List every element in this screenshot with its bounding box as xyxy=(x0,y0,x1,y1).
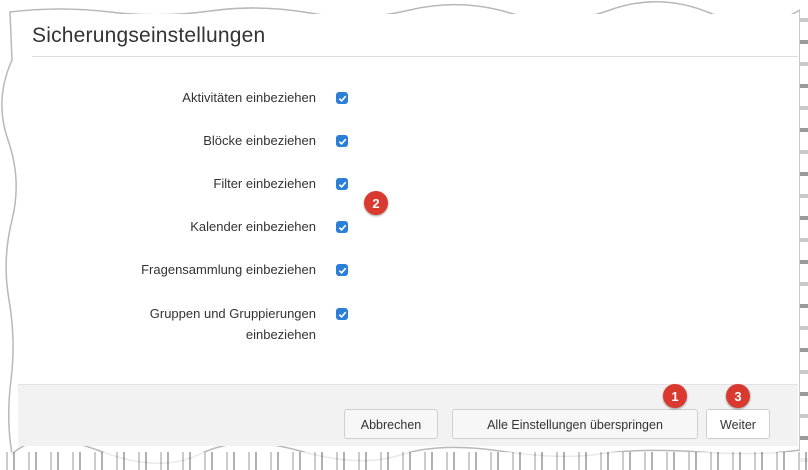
page-title: Sicherungseinstellungen xyxy=(32,24,266,47)
setting-label: Filter einbeziehen xyxy=(213,176,316,191)
check-icon xyxy=(338,181,346,188)
check-icon xyxy=(338,224,346,231)
checkbox-question-bank[interactable] xyxy=(336,264,348,276)
setting-row-calendar: Kalender einbeziehen xyxy=(18,217,798,243)
setting-row-groups: Gruppen und Gruppierungen einbeziehen xyxy=(18,304,798,350)
setting-label: Kalender einbeziehen xyxy=(190,219,316,234)
skip-all-settings-button[interactable]: Alle Einstellungen überspringen xyxy=(452,409,698,439)
setting-row-blocks: Blöcke einbeziehen xyxy=(18,131,798,157)
setting-label: Blöcke einbeziehen xyxy=(203,133,316,148)
cropped-background-edge xyxy=(800,0,808,470)
annotation-badge-1: 1 xyxy=(663,384,687,408)
divider xyxy=(32,56,798,57)
cropped-background-edge xyxy=(0,452,808,470)
check-icon xyxy=(338,311,346,318)
setting-label-line2: einbeziehen xyxy=(245,327,316,342)
checkbox-filters[interactable] xyxy=(336,178,348,190)
check-icon xyxy=(338,138,346,145)
setting-row-question-bank: Fragensammlung einbeziehen xyxy=(18,260,798,286)
check-icon xyxy=(338,95,346,102)
next-button[interactable]: Weiter xyxy=(706,409,770,439)
cancel-button[interactable]: Abbrechen xyxy=(344,409,438,439)
setting-label-line1: Gruppen und Gruppierungen xyxy=(149,306,316,321)
checkbox-blocks[interactable] xyxy=(336,135,348,147)
backup-settings-panel: Sicherungseinstellungen Aktivitäten einb… xyxy=(18,14,798,446)
annotation-badge-2: 2 xyxy=(364,191,388,215)
setting-label: Aktivitäten einbeziehen xyxy=(182,90,316,105)
checkbox-calendar[interactable] xyxy=(336,221,348,233)
annotation-badge-3: 3 xyxy=(726,384,750,408)
setting-row-activities: Aktivitäten einbeziehen xyxy=(18,88,798,114)
setting-row-filters: Filter einbeziehen xyxy=(18,174,798,200)
check-icon xyxy=(338,267,346,274)
setting-label: Fragensammlung einbeziehen xyxy=(141,262,316,277)
checkbox-groups[interactable] xyxy=(336,308,348,320)
checkbox-activities[interactable] xyxy=(336,92,348,104)
